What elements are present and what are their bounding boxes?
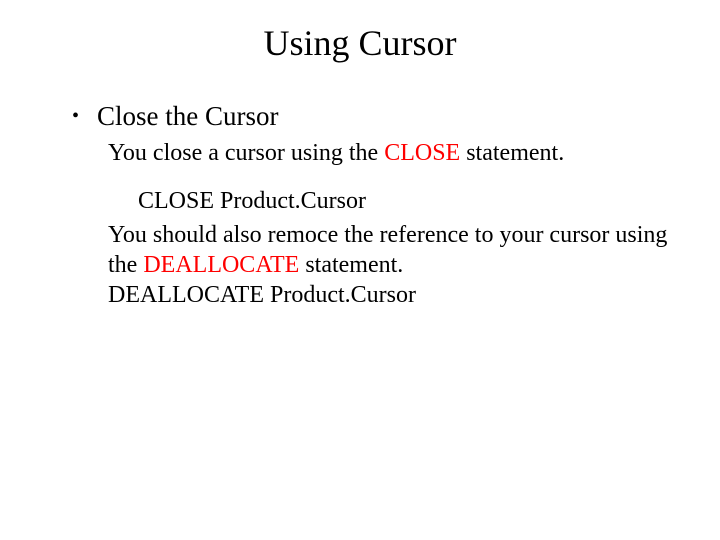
keyword-deallocate: DEALLOCATE bbox=[143, 252, 299, 278]
text-fragment: statement. bbox=[299, 252, 403, 278]
body-line-3: DEALLOCATE Product.Cursor bbox=[108, 280, 670, 310]
slide: Using Cursor • Close the Cursor You clos… bbox=[0, 0, 720, 540]
code-line-1: CLOSE Product.Cursor bbox=[138, 186, 670, 216]
bullet-text: Close the Cursor bbox=[97, 100, 279, 132]
body-line-2: You should also remoce the reference to … bbox=[108, 220, 670, 280]
body-line-1: You close a cursor using the CLOSE state… bbox=[108, 138, 670, 168]
bullet-dot-icon: • bbox=[72, 100, 79, 132]
bullet-item: • Close the Cursor bbox=[72, 100, 670, 132]
slide-title: Using Cursor bbox=[0, 22, 720, 64]
text-fragment: statement. bbox=[460, 140, 564, 166]
keyword-close: CLOSE bbox=[384, 140, 460, 166]
slide-body: • Close the Cursor You close a cursor us… bbox=[72, 100, 670, 310]
text-fragment: You close a cursor using the bbox=[108, 140, 384, 166]
